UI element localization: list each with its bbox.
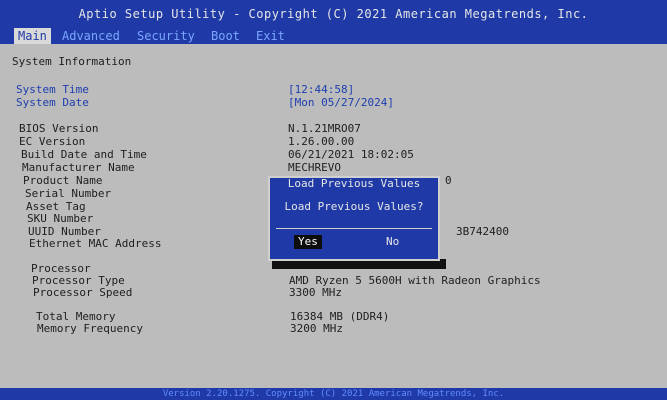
product-name-value: 0 — [445, 174, 452, 187]
title-bar: Aptio Setup Utility - Copyright (C) 2021… — [0, 0, 667, 28]
ec-version-label: EC Version — [19, 135, 86, 148]
section-title: System Information — [12, 55, 132, 68]
manufacturer-label: Manufacturer Name — [22, 161, 135, 174]
dialog-message: Load Previous Values? — [284, 200, 424, 213]
bios-version-value: N.1.21MRO07 — [288, 122, 361, 135]
memory-frequency-label: Memory Frequency — [37, 322, 143, 335]
menu-tabs: Main Advanced Security Boot Exit — [0, 28, 667, 44]
yes-button[interactable]: Yes — [294, 235, 322, 249]
load-previous-values-dialog: Load Previous Values Load Previous Value… — [268, 176, 440, 261]
manufacturer-value: MECHREVO — [288, 161, 341, 174]
version-text: Version 2.20.1275. Copyright (C) 2021 Am… — [162, 389, 505, 399]
tab-main[interactable]: Main — [14, 28, 51, 44]
build-date-value: 06/21/2021 18:02:05 — [288, 148, 414, 161]
processor-speed-value: 3300 MHz — [289, 286, 342, 299]
bios-version-label: BIOS Version — [19, 122, 99, 135]
uuid-number-value: 3B742400 — [456, 225, 509, 238]
app-title: Aptio Setup Utility - Copyright (C) 2021… — [78, 7, 589, 21]
dialog-title: Load Previous Values — [287, 177, 421, 190]
footer-bar: Version 2.20.1275. Copyright (C) 2021 Am… — [0, 388, 667, 400]
processor-speed-label: Processor Speed — [33, 286, 133, 299]
tab-exit[interactable]: Exit — [256, 28, 285, 44]
tab-boot[interactable]: Boot — [211, 28, 240, 44]
sku-number-label: SKU Number — [27, 212, 94, 225]
system-time-value[interactable]: [12:44:58] — [288, 83, 354, 96]
system-time-label[interactable]: System Time — [16, 83, 89, 96]
build-date-label: Build Date and Time — [21, 148, 147, 161]
ethernet-mac-label: Ethernet MAC Address — [29, 237, 162, 250]
ec-version-value: 1.26.00.00 — [288, 135, 355, 148]
system-date-label[interactable]: System Date — [16, 96, 89, 109]
tab-security[interactable]: Security — [137, 28, 195, 44]
memory-frequency-value: 3200 MHz — [290, 322, 343, 335]
tab-advanced[interactable]: Advanced — [62, 28, 120, 44]
system-date-value[interactable]: [Mon 05/27/2024] — [288, 96, 394, 109]
serial-number-label: Serial Number — [25, 187, 112, 200]
no-button[interactable]: No — [386, 235, 399, 249]
product-name-label: Product Name — [23, 174, 103, 187]
dialog-divider — [276, 228, 432, 229]
